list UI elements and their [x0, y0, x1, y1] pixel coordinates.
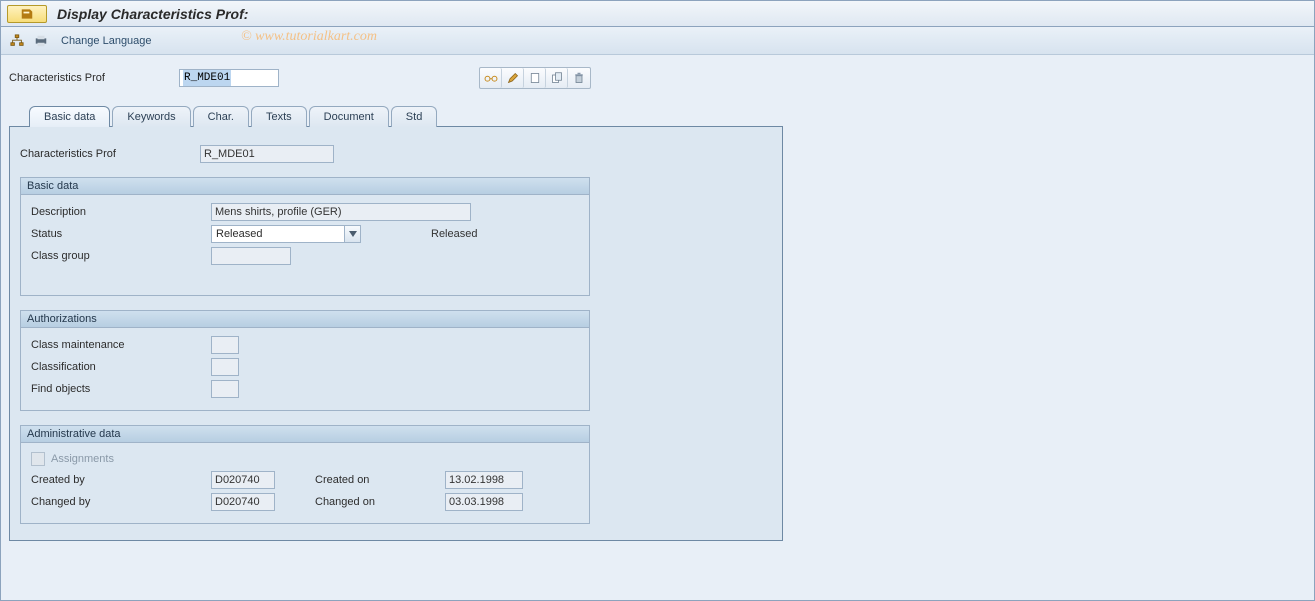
status-value: Released	[212, 228, 344, 240]
status-combobox[interactable]: Released	[211, 225, 361, 243]
created-on-label: Created on	[315, 474, 445, 486]
groupbox-authorizations: Authorizations Class maintenance Classif…	[20, 310, 590, 411]
authorizations-body: Class maintenance Classification Find ob…	[21, 328, 589, 410]
status-text: Released	[431, 228, 477, 240]
panel-char-prof-row: Characteristics Prof R_MDE01	[20, 145, 772, 163]
authorizations-title: Authorizations	[21, 311, 589, 328]
status-label: Status	[31, 228, 211, 240]
created-on-field: 13.02.1998	[445, 471, 523, 489]
panel-char-prof-value: R_MDE01	[200, 145, 334, 163]
page-title: Display Characteristics Prof:	[57, 6, 248, 22]
tab-std[interactable]: Std	[391, 106, 438, 127]
changed-by-field: D020740	[211, 493, 275, 511]
auth-find-objects-field	[211, 380, 239, 398]
glasses-display-icon[interactable]	[480, 68, 502, 88]
basic-data-title: Basic data	[21, 178, 589, 195]
delete-icon[interactable]	[568, 68, 590, 88]
print-icon[interactable]	[31, 31, 51, 51]
tab-document[interactable]: Document	[309, 106, 389, 127]
description-field: Mens shirts, profile (GER)	[211, 203, 471, 221]
auth-class-maint-label: Class maintenance	[31, 339, 211, 351]
tab-basic-data[interactable]: Basic data	[29, 106, 110, 127]
tabstrip: Basic data Keywords Char. Texts Document…	[9, 105, 1306, 126]
created-by-label: Created by	[31, 474, 211, 486]
auth-classification-label: Classification	[31, 361, 211, 373]
char-prof-input[interactable]: R_MDE01	[179, 69, 279, 87]
create-new-icon[interactable]	[524, 68, 546, 88]
changed-by-label: Changed by	[31, 496, 211, 508]
description-label: Description	[31, 206, 211, 218]
app-icon	[7, 5, 47, 23]
watermark-text: © www.tutorialkart.com	[241, 29, 377, 45]
groupbox-admin-data: Administrative data Assignments Created …	[20, 425, 590, 524]
char-prof-label: Characteristics Prof	[9, 72, 179, 84]
tab-area: Basic data Keywords Char. Texts Document…	[9, 105, 1306, 541]
auth-class-maint-field	[211, 336, 239, 354]
chevron-down-icon	[344, 226, 360, 242]
titlebar: Display Characteristics Prof:	[1, 1, 1314, 27]
auth-classification-field	[211, 358, 239, 376]
action-icon-strip	[479, 67, 591, 89]
class-group-label: Class group	[31, 250, 211, 262]
main-canvas: Characteristics Prof R_MDE01 Basic da	[1, 55, 1314, 549]
changed-on-field: 03.03.1998	[445, 493, 523, 511]
assignments-label: Assignments	[51, 453, 114, 465]
tab-char[interactable]: Char.	[193, 106, 249, 127]
change-language-button[interactable]: Change Language	[61, 35, 152, 47]
header-field-row: Characteristics Prof R_MDE01	[9, 67, 1306, 89]
groupbox-basic-data: Basic data Description Mens shirts, prof…	[20, 177, 590, 296]
hierarchy-icon[interactable]	[7, 31, 27, 51]
tab-panel-basic-data: Characteristics Prof R_MDE01 Basic data …	[9, 126, 783, 541]
copy-from-icon[interactable]	[546, 68, 568, 88]
created-by-field: D020740	[211, 471, 275, 489]
admin-data-body: Assignments Created by D020740 Created o…	[21, 443, 589, 523]
tab-keywords[interactable]: Keywords	[112, 106, 190, 127]
pencil-change-icon[interactable]	[502, 68, 524, 88]
assignments-row: Assignments	[31, 452, 114, 466]
auth-find-objects-label: Find objects	[31, 383, 211, 395]
assignments-checkbox	[31, 452, 45, 466]
app-toolbar: Change Language © www.tutorialkart.com	[1, 27, 1314, 55]
panel-char-prof-label: Characteristics Prof	[20, 148, 200, 160]
basic-data-body: Description Mens shirts, profile (GER) S…	[21, 195, 589, 295]
char-prof-value: R_MDE01	[183, 70, 231, 86]
admin-data-title: Administrative data	[21, 426, 589, 443]
changed-on-label: Changed on	[315, 496, 445, 508]
class-group-field	[211, 247, 291, 265]
tab-texts[interactable]: Texts	[251, 106, 307, 127]
